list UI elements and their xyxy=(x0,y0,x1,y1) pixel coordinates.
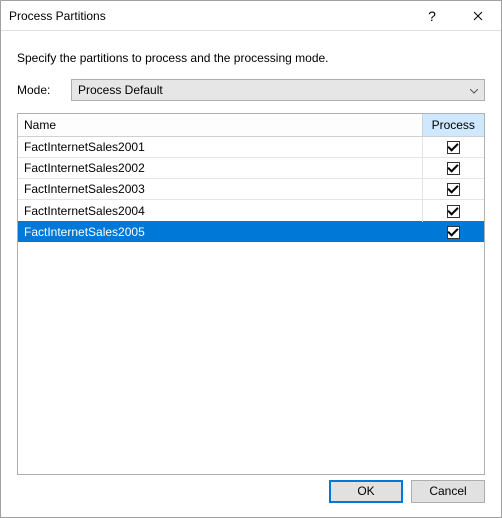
process-checkbox[interactable] xyxy=(447,226,460,239)
col-header-process[interactable]: Process xyxy=(422,114,484,136)
process-checkbox-cell xyxy=(422,179,484,200)
mode-dropdown[interactable]: Process Default xyxy=(71,79,485,101)
col-header-name[interactable]: Name xyxy=(18,114,422,136)
dialog-content: Specify the partitions to process and th… xyxy=(1,31,501,475)
table-row[interactable]: FactInternetSales2004 xyxy=(18,200,484,221)
help-button[interactable]: ? xyxy=(409,1,455,31)
partition-name-cell[interactable]: FactInternetSales2001 xyxy=(18,136,422,157)
instruction-text: Specify the partitions to process and th… xyxy=(17,51,485,65)
process-checkbox-cell xyxy=(422,136,484,157)
partitions-table: Name Process FactInternetSales2001FactIn… xyxy=(18,114,484,242)
table-row[interactable]: FactInternetSales2002 xyxy=(18,157,484,178)
process-checkbox-cell xyxy=(422,221,484,242)
table-row[interactable]: FactInternetSales2001 xyxy=(18,136,484,157)
cancel-button[interactable]: Cancel xyxy=(411,480,485,503)
partition-name-cell[interactable]: FactInternetSales2005 xyxy=(18,221,422,242)
partitions-table-wrap: Name Process FactInternetSales2001FactIn… xyxy=(17,113,485,475)
process-checkbox[interactable] xyxy=(447,205,460,218)
mode-label: Mode: xyxy=(17,83,61,97)
process-checkbox[interactable] xyxy=(447,183,460,196)
table-empty-area xyxy=(18,242,484,474)
dialog-window: Process Partitions ? Specify the partiti… xyxy=(0,0,502,518)
table-row[interactable]: FactInternetSales2003 xyxy=(18,179,484,200)
mode-value: Process Default xyxy=(78,83,163,97)
chevron-down-icon xyxy=(470,83,478,97)
mode-row: Mode: Process Default xyxy=(17,79,485,101)
titlebar: Process Partitions ? xyxy=(1,1,501,31)
partition-name-cell[interactable]: FactInternetSales2004 xyxy=(18,200,422,221)
process-checkbox[interactable] xyxy=(447,141,460,154)
table-row[interactable]: FactInternetSales2005 xyxy=(18,221,484,242)
close-icon xyxy=(473,11,483,21)
window-title: Process Partitions xyxy=(9,9,409,23)
dialog-footer: OK Cancel xyxy=(1,475,501,517)
partition-name-cell[interactable]: FactInternetSales2003 xyxy=(18,179,422,200)
ok-button[interactable]: OK xyxy=(329,480,403,503)
process-checkbox-cell xyxy=(422,157,484,178)
partition-name-cell[interactable]: FactInternetSales2002 xyxy=(18,157,422,178)
close-button[interactable] xyxy=(455,1,501,31)
process-checkbox-cell xyxy=(422,200,484,221)
process-checkbox[interactable] xyxy=(447,162,460,175)
